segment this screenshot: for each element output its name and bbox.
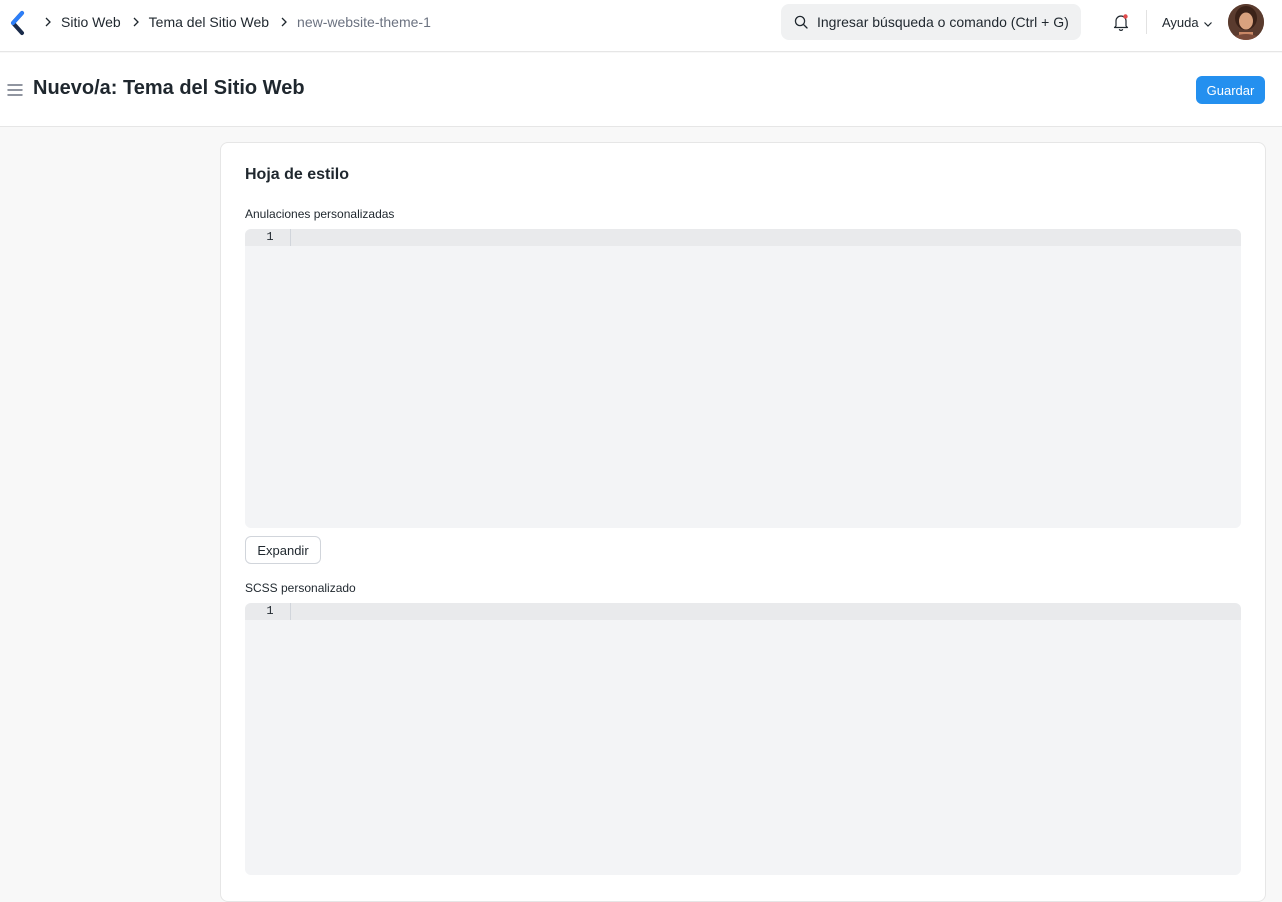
save-button[interactable]: Guardar	[1196, 76, 1265, 104]
active-line	[245, 229, 1241, 246]
line-number: 1	[266, 604, 274, 618]
chevron-right-icon	[40, 14, 56, 30]
page-title: Nuevo/a: Tema del Sitio Web	[33, 77, 305, 99]
search-input[interactable]	[817, 4, 1075, 40]
chevron-right-icon	[128, 14, 144, 30]
section-title: Hoja de estilo	[245, 166, 350, 183]
form-card: Hoja de estilo Anulaciones personalizada…	[220, 142, 1266, 902]
page-head: Nuevo/a: Tema del Sitio Web Guardar	[0, 53, 1282, 127]
search-icon	[794, 15, 808, 29]
gutter-divider	[290, 603, 291, 620]
menu-icon[interactable]	[7, 82, 23, 98]
breadcrumb-item-tema[interactable]: Tema del Sitio Web	[149, 14, 269, 30]
avatar[interactable]	[1228, 4, 1264, 40]
breadcrumb: Sitio Web Tema del Sitio Web new-website…	[40, 0, 438, 44]
app-logo-icon[interactable]	[8, 10, 28, 36]
search-bar[interactable]	[781, 4, 1081, 40]
help-label: Ayuda	[1162, 14, 1199, 30]
chevron-right-icon	[276, 14, 292, 30]
navbar-divider	[1146, 10, 1147, 34]
breadcrumb-item-current[interactable]: new-website-theme-1	[297, 14, 431, 30]
field-label-custom-scss: SCSS personalizado	[245, 581, 356, 595]
chevron-down-icon	[1203, 17, 1213, 27]
help-dropdown[interactable]: Ayuda	[1162, 12, 1213, 32]
active-line	[245, 603, 1241, 620]
code-editor-custom-overrides[interactable]: 1	[245, 229, 1241, 528]
navbar: Sitio Web Tema del Sitio Web new-website…	[0, 0, 1282, 52]
line-number: 1	[266, 230, 274, 244]
expand-button[interactable]: Expandir	[245, 536, 321, 564]
bell-icon[interactable]	[1111, 12, 1131, 32]
gutter-divider	[290, 229, 291, 246]
breadcrumb-item-sitio-web[interactable]: Sitio Web	[61, 14, 121, 30]
field-label-custom-overrides: Anulaciones personalizadas	[245, 207, 395, 221]
code-editor-custom-scss[interactable]: 1	[245, 603, 1241, 875]
